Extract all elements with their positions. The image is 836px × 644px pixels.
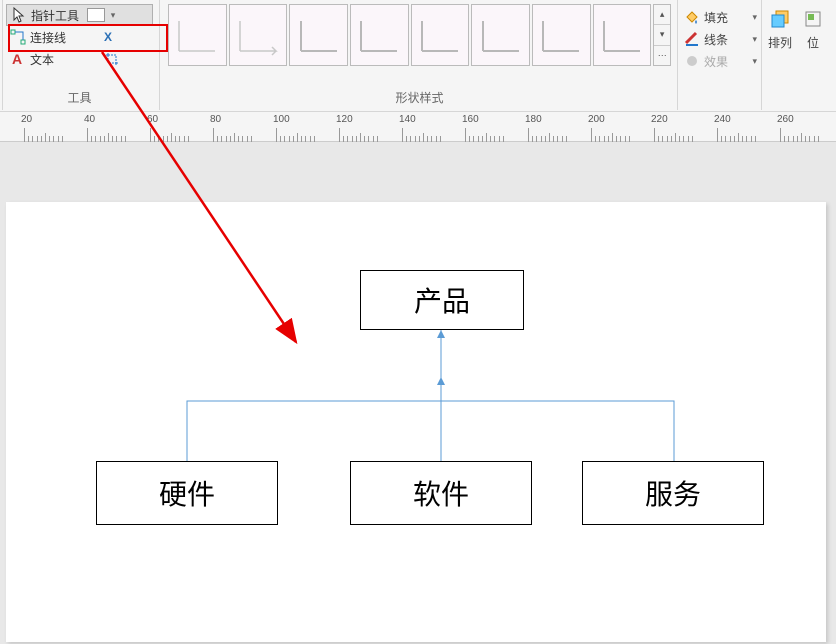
effect-button: 效果 ▾: [684, 50, 757, 72]
tools-group-caption: 工具: [0, 89, 159, 106]
chevron-down-icon: ▾: [752, 34, 757, 45]
text-tool-label: 文本: [30, 51, 54, 68]
shape-style-1[interactable]: [168, 4, 227, 66]
diagram-connectors: [6, 202, 826, 642]
shape-styles-group-caption: 形状样式: [162, 89, 677, 106]
tools-group: 指针工具 ▾ 连接线 X A 文本 工具: [0, 0, 160, 110]
shape-style-8[interactable]: [593, 4, 652, 66]
diagram-node-root[interactable]: 产品: [360, 270, 524, 330]
text-icon: A: [10, 51, 26, 67]
chevron-down-icon: ▾: [752, 56, 757, 67]
fill-button[interactable]: 填充 ▾: [684, 6, 757, 28]
shape-style-6[interactable]: [471, 4, 530, 66]
node-label: 产品: [414, 280, 470, 320]
pointer-tool-label: 指针工具: [31, 7, 79, 24]
diagram-node-child-1[interactable]: 硬件: [96, 461, 278, 525]
horizontal-ruler: 20406080100120140160180200220240260: [0, 112, 836, 142]
connector-tool-label: 连接线: [30, 29, 66, 46]
shape-style-7[interactable]: [532, 4, 591, 66]
ribbon: 指针工具 ▾ 连接线 X A 文本 工具: [0, 0, 836, 112]
fill-preview[interactable]: [87, 8, 105, 22]
delete-connection-button[interactable]: X: [104, 30, 112, 44]
arrange-icon: [769, 8, 791, 30]
arrange-button[interactable]: 排列: [768, 8, 792, 102]
line-button[interactable]: 线条 ▾: [684, 28, 757, 50]
gallery-more-button[interactable]: ▴▾⋯: [653, 4, 671, 66]
clipped-edge: [0, 0, 3, 110]
effect-label: 效果: [704, 53, 728, 70]
fill-icon: [684, 9, 700, 25]
crop-icon[interactable]: [104, 51, 120, 67]
line-icon: [684, 31, 700, 47]
diagram-node-child-2[interactable]: 软件: [350, 461, 532, 525]
effect-icon: [684, 53, 700, 69]
position-label: 位: [807, 34, 819, 51]
chevron-down-icon: ▾: [752, 12, 757, 23]
shape-style-4[interactable]: [350, 4, 409, 66]
arrange-label: 排列: [768, 34, 792, 51]
pointer-icon: [11, 7, 27, 23]
shape-style-3[interactable]: [289, 4, 348, 66]
connector-icon: [10, 29, 26, 45]
node-label: 硬件: [159, 473, 215, 513]
node-label: 软件: [413, 473, 469, 513]
pointer-tool-button[interactable]: 指针工具 ▾: [6, 4, 153, 26]
fill-dropdown-icon[interactable]: ▾: [109, 8, 117, 22]
position-icon: [802, 8, 824, 30]
svg-text:A: A: [12, 51, 22, 67]
shape-styles-group: ▴▾⋯ 形状样式: [162, 0, 678, 110]
format-group: 填充 ▾ 线条 ▾ 效果 ▾: [680, 0, 762, 110]
shape-style-2[interactable]: [229, 4, 288, 66]
position-button[interactable]: 位: [802, 8, 824, 102]
shape-styles-gallery: ▴▾⋯: [168, 4, 671, 66]
connector-tool-button[interactable]: 连接线 X: [6, 26, 153, 48]
canvas-area: 产品 硬件 软件 服务: [0, 142, 836, 644]
text-tool-button[interactable]: A 文本: [6, 48, 153, 70]
shape-style-5[interactable]: [411, 4, 470, 66]
arrange-group: 排列 位: [764, 0, 836, 110]
line-label: 线条: [704, 31, 728, 48]
node-label: 服务: [645, 473, 701, 513]
canvas-paper[interactable]: 产品 硬件 软件 服务: [6, 202, 826, 642]
fill-label: 填充: [704, 9, 728, 26]
diagram-node-child-3[interactable]: 服务: [582, 461, 764, 525]
